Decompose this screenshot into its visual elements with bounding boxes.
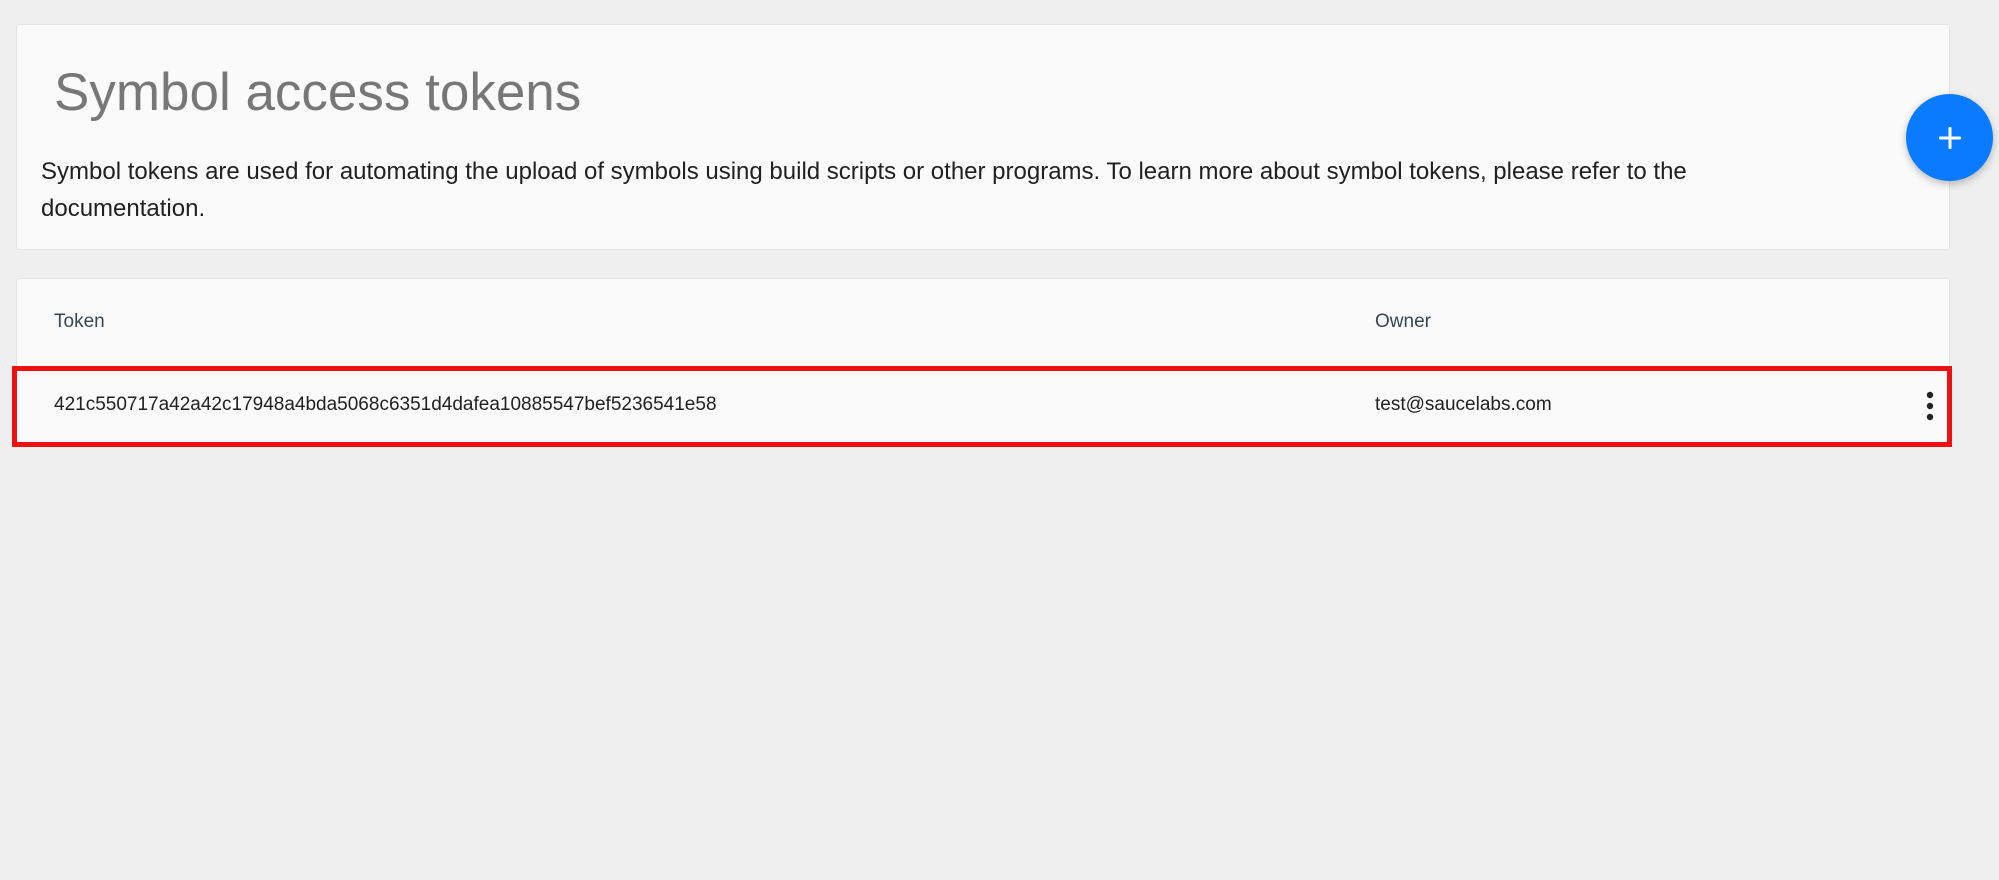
table-row[interactable]: 421c550717a42a42c17948a4bda5068c6351d4da… bbox=[12, 366, 1952, 447]
page-description: Symbol tokens are used for automating th… bbox=[41, 158, 1687, 222]
plus-icon bbox=[1938, 126, 1961, 149]
owner-email: test@saucelabs.com bbox=[1375, 394, 1552, 415]
more-vertical-icon bbox=[1926, 391, 1934, 421]
add-token-button[interactable] bbox=[1906, 94, 1993, 181]
page-title: Symbol access tokens bbox=[54, 63, 582, 122]
table-header: Token Owner bbox=[17, 279, 1949, 367]
column-header-token: Token bbox=[54, 311, 105, 332]
row-actions-button[interactable] bbox=[1917, 381, 1943, 431]
header-card: Symbol access tokens Symbol tokens are u… bbox=[16, 24, 1950, 250]
column-header-owner: Owner bbox=[1375, 311, 1431, 332]
token-value: 421c550717a42a42c17948a4bda5068c6351d4da… bbox=[54, 394, 717, 415]
